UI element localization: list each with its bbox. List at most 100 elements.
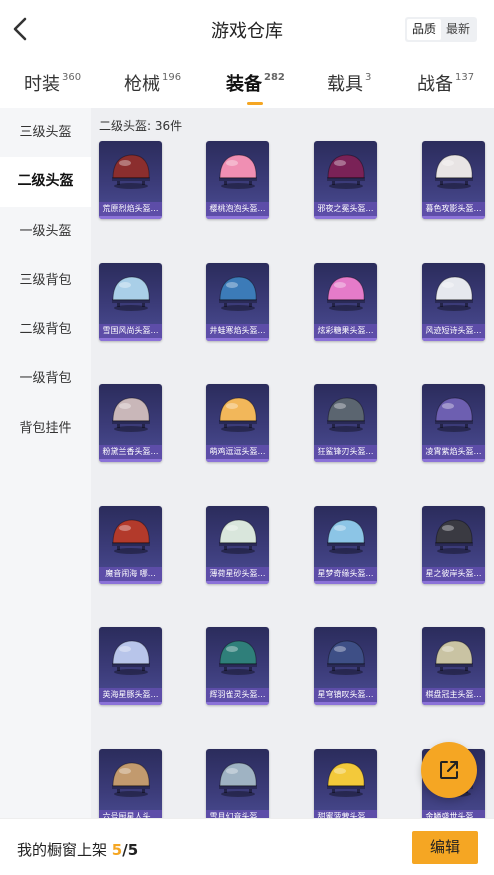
item-name: 炫彩糖果头盔… — [314, 324, 377, 338]
item-name: 星之彼岸头盔… — [422, 567, 485, 581]
tab-equipment[interactable]: 装备 282 — [226, 70, 285, 105]
item-name: 六号厨星人头… — [99, 810, 162, 818]
item-card[interactable]: 井蛙寒焰头盔… — [206, 263, 269, 341]
item-name: 甜蜜菠萝头盔… — [314, 810, 377, 818]
sidebar-item-level3-helmet[interactable]: 三级头盔 — [0, 108, 91, 157]
bottom-bar: 我的橱窗上架 5/5 编辑 — [0, 818, 494, 875]
sidebar: 三级头盔 二级头盔 一级头盔 三级背包 二级背包 一级背包 背包挂件 — [0, 108, 91, 818]
tab-count: 282 — [264, 72, 285, 83]
share-button[interactable] — [421, 742, 477, 798]
helmet-image — [431, 273, 477, 313]
item-card[interactable]: 薄荷星砂头盔… — [206, 506, 269, 584]
item-card[interactable]: 荒原烈焰头盔… — [99, 141, 162, 219]
sidebar-item-level2-helmet[interactable]: 二级头盔 — [0, 157, 91, 207]
helmet-image — [108, 151, 154, 191]
sidebar-item-level1-helmet[interactable]: 一级头盔 — [0, 207, 91, 256]
sidebar-item-backpack-pendant[interactable]: 背包挂件 — [0, 404, 91, 453]
item-card[interactable]: 甜蜜菠萝头盔… — [314, 749, 377, 818]
helmet-image — [431, 151, 477, 191]
sort-option-latest[interactable]: 最新 — [441, 19, 475, 40]
helmet-image — [431, 516, 477, 556]
tab-count: 137 — [455, 72, 475, 83]
item-card[interactable]: 暮色攻影头盔… — [422, 141, 485, 219]
item-card[interactable]: 炫彩糖果头盔… — [314, 263, 377, 341]
helmet-image — [215, 151, 261, 191]
item-name: 雪月幻音头盔… — [206, 810, 269, 818]
item-card[interactable]: 凌霄紫焰头盔… — [422, 384, 485, 462]
tab-label: 时装 — [24, 74, 60, 95]
helmet-image — [215, 394, 261, 434]
sidebar-item-level3-backpack[interactable]: 三级背包 — [0, 256, 91, 305]
item-name: 雪国风尚头盔… — [99, 324, 162, 338]
helmet-image — [108, 759, 154, 799]
item-name: 薄荷星砂头盔… — [206, 567, 269, 581]
helmet-image — [323, 151, 369, 191]
item-card[interactable]: 星穹镇叹头盔… — [314, 627, 377, 705]
helmet-image — [323, 273, 369, 313]
showcase-total-count: 5 — [127, 841, 139, 859]
helmet-image — [108, 273, 154, 313]
item-card[interactable]: 萌鸡逗逗头盔… — [206, 384, 269, 462]
helmet-image — [323, 394, 369, 434]
sidebar-item-level2-backpack[interactable]: 二级背包 — [0, 305, 91, 354]
helmet-image — [323, 637, 369, 677]
item-card[interactable]: 雪国风尚头盔… — [99, 263, 162, 341]
item-card[interactable]: 英海星豚头盔… — [99, 627, 162, 705]
sort-option-quality[interactable]: 品质 — [406, 19, 441, 40]
item-card[interactable]: 魔音闹海 哪… — [99, 506, 162, 584]
showcase-current-count: 5 — [111, 841, 123, 859]
helmet-image — [108, 637, 154, 677]
item-card[interactable]: 邪夜之冕头盔… — [314, 141, 377, 219]
showcase-status: 我的橱窗上架 5/5 — [17, 839, 138, 860]
item-card[interactable]: 樱桃泡泡头盔… — [206, 141, 269, 219]
item-name: 星梦奇缘头盔… — [314, 567, 377, 581]
helmet-image — [431, 394, 477, 434]
edit-button[interactable]: 编辑 — [412, 831, 478, 864]
helmet-image — [323, 759, 369, 799]
category-title: 二级头盔: 36件 — [99, 119, 183, 133]
item-name: 风迹短诗头盔… — [422, 324, 485, 338]
item-name: 樱桃泡泡头盔… — [206, 202, 269, 216]
item-name: 萌鸡逗逗头盔… — [206, 445, 269, 459]
item-card[interactable]: 风迹短诗头盔… — [422, 263, 485, 341]
item-name: 棋盘冠主头盔… — [422, 688, 485, 702]
helmet-image — [431, 637, 477, 677]
tab-supplies[interactable]: 战备 137 — [417, 70, 474, 96]
item-card[interactable]: 星之彼岸头盔… — [422, 506, 485, 584]
item-name: 邪夜之冕头盔… — [314, 202, 377, 216]
item-card[interactable]: 粉黛兰香头盔… — [99, 384, 162, 462]
sidebar-item-level1-backpack[interactable]: 一级背包 — [0, 354, 91, 403]
share-external-icon — [440, 761, 458, 779]
category-tabs: 时装 360 枪械 196 装备 282 载具 3 战备 137 — [0, 58, 494, 108]
tab-fashion[interactable]: 时装 360 — [24, 70, 81, 96]
helmet-image — [215, 516, 261, 556]
tab-vehicles[interactable]: 载具 3 — [327, 70, 371, 96]
helmet-image — [108, 516, 154, 556]
helmet-image — [215, 637, 261, 677]
item-name: 辉羽雀灵头盔… — [206, 688, 269, 702]
helmet-image — [215, 273, 261, 313]
item-card[interactable]: 狂鲨锋刃头盔… — [314, 384, 377, 462]
item-card[interactable]: 棋盘冠主头盔… — [422, 627, 485, 705]
tab-count: 196 — [162, 72, 182, 83]
sort-toggle: 品质 最新 — [404, 17, 477, 42]
item-name: 狂鲨锋刃头盔… — [314, 445, 377, 459]
tab-label: 枪械 — [124, 74, 160, 95]
tab-count: 360 — [62, 72, 82, 83]
item-card[interactable]: 辉羽雀灵头盔… — [206, 627, 269, 705]
showcase-label: 我的橱窗上架 — [17, 841, 108, 859]
item-name: 英海星豚头盔… — [99, 688, 162, 702]
tab-count: 3 — [365, 72, 372, 83]
tab-guns[interactable]: 枪械 196 — [124, 70, 181, 96]
item-name: 暮色攻影头盔… — [422, 202, 485, 216]
helmet-image — [108, 394, 154, 434]
helmet-image — [215, 759, 261, 799]
tab-label: 载具 — [327, 74, 363, 95]
item-card[interactable]: 星梦奇缘头盔… — [314, 506, 377, 584]
item-card[interactable]: 雪月幻音头盔… — [206, 749, 269, 818]
helmet-image — [323, 516, 369, 556]
item-panel: 二级头盔: 36件 荒原烈焰头盔… 樱桃泡泡头盔… 邪夜之冕头盔… 暮色攻影头盔… 雪国… — [91, 108, 494, 818]
tab-label: 战备 — [417, 74, 453, 95]
item-name: 荒原烈焰头盔… — [99, 202, 162, 216]
item-card[interactable]: 六号厨星人头… — [99, 749, 162, 818]
